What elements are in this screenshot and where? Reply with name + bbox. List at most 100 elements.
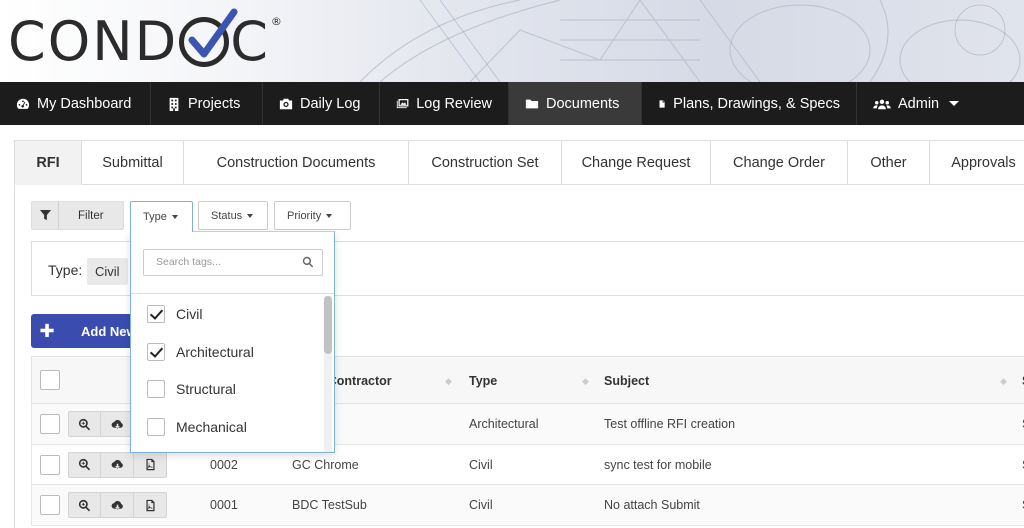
type-filter-label: Type: — [48, 262, 83, 278]
nav-label: My Dashboard — [37, 95, 132, 112]
dropdown-scrollbar[interactable] — [324, 296, 332, 452]
cell-subject: No attach Submit — [604, 498, 700, 512]
option-label: Structural — [176, 381, 236, 397]
plus-icon: ✚ — [39, 320, 55, 341]
main-nav: My Dashboard Projects Daily Log Log Revi… — [0, 82, 1024, 125]
option-checkbox[interactable] — [147, 305, 165, 323]
status-dropdown-label: Status — [211, 209, 243, 222]
nav-label: Admin — [898, 95, 940, 112]
images-icon — [396, 98, 409, 108]
option-checkbox[interactable] — [147, 343, 165, 361]
nav-item-plans[interactable]: Plans, Drawings, & Specs — [642, 82, 857, 125]
row-checkbox[interactable] — [40, 495, 60, 515]
cell-type: Civil — [469, 457, 493, 472]
document-tabs: RFI Submittal Construction Documents Con… — [14, 140, 1024, 185]
row-checkbox[interactable] — [40, 454, 60, 475]
sort-icon[interactable]: ◆ — [582, 357, 589, 405]
option-checkbox[interactable] — [147, 380, 165, 398]
header-banner: COND C ® — [0, 0, 1024, 82]
filter-label: Filter — [78, 209, 104, 222]
row-checkbox[interactable] — [40, 414, 60, 434]
cloud-download-icon[interactable] — [101, 451, 134, 478]
logo-text-start: COND — [8, 9, 179, 73]
cell-subject: Test offline RFI creation — [604, 417, 736, 431]
type-option-structural[interactable]: Structural — [147, 379, 236, 399]
tab-approvals[interactable]: Approvals — [930, 140, 1024, 185]
nav-label: Daily Log — [300, 95, 361, 112]
cell-contractor: BDC TestSub — [292, 498, 367, 512]
tab-submittal[interactable]: Submittal — [82, 140, 184, 185]
pdf-icon[interactable] — [134, 451, 167, 478]
status-dropdown-button[interactable]: Status — [198, 201, 268, 230]
building-icon — [169, 97, 179, 111]
nav-item-dashboard[interactable]: My Dashboard — [0, 82, 151, 125]
camera-icon — [279, 98, 293, 109]
nav-label: Log Review — [416, 95, 492, 112]
nav-item-admin[interactable]: Admin — [857, 82, 979, 125]
cell-number: 0001 — [210, 498, 238, 512]
cell-subject: sync test for mobile — [604, 457, 712, 472]
table-row[interactable]: 0001 BDC TestSub Civil No attach Submit … — [31, 485, 1024, 526]
logo-trademark: ® — [270, 14, 284, 28]
dashboard-icon — [16, 98, 30, 109]
type-option-civil[interactable]: Civil — [147, 304, 202, 324]
tag-search-input[interactable]: Search tags... — [143, 249, 323, 276]
tab-change-order[interactable]: Change Order — [711, 140, 848, 185]
tab-construction-set[interactable]: Construction Set — [409, 140, 562, 185]
zoom-icon[interactable] — [68, 451, 101, 478]
folder-icon — [525, 99, 539, 108]
logo-check-icon — [179, 8, 238, 67]
type-option-architectural[interactable]: Architectural — [147, 342, 254, 362]
header-type[interactable]: Type — [469, 357, 497, 405]
nav-item-projects[interactable]: Projects — [151, 82, 263, 125]
app-root: COND C ® My Dashboard Projects Daily Log… — [0, 0, 1024, 528]
type-dropdown-button[interactable]: Type — [130, 201, 193, 232]
row-actions — [68, 492, 167, 518]
add-new-button[interactable]: ✚ Add New — [31, 314, 141, 348]
sort-icon[interactable]: ◆ — [445, 357, 452, 405]
condoc-logo[interactable]: COND C ® — [8, 8, 284, 73]
cell-type: Architectural — [469, 417, 539, 431]
chevron-down-icon — [949, 101, 960, 106]
header-subject[interactable]: Subject — [604, 357, 649, 405]
nav-item-log-review[interactable]: Log Review — [380, 82, 509, 125]
caret-down-icon — [326, 213, 333, 218]
file-icon — [659, 99, 665, 108]
cloud-download-icon[interactable] — [101, 492, 134, 518]
tab-other[interactable]: Other — [848, 140, 930, 185]
filter-button[interactable]: Filter — [31, 201, 124, 230]
tab-construction-documents[interactable]: Construction Documents — [184, 140, 409, 185]
nav-item-documents[interactable]: Documents — [509, 82, 642, 125]
zoom-icon[interactable] — [68, 492, 101, 518]
nav-label: Projects — [188, 95, 241, 112]
type-option-mechanical[interactable]: Mechanical — [147, 417, 247, 437]
caret-down-icon — [247, 213, 254, 218]
zoom-icon[interactable] — [68, 411, 101, 437]
nav-label: Plans, Drawings, & Specs — [673, 95, 840, 112]
row-actions — [68, 451, 167, 478]
users-icon — [873, 99, 891, 109]
nav-item-daily-log[interactable]: Daily Log — [263, 82, 380, 125]
select-all-checkbox[interactable] — [40, 370, 60, 390]
priority-dropdown-button[interactable]: Priority — [274, 201, 351, 230]
option-label: Architectural — [176, 344, 254, 360]
priority-dropdown-label: Priority — [287, 209, 322, 222]
divider — [131, 293, 334, 294]
tab-rfi[interactable]: RFI — [14, 140, 82, 185]
tag-search-placeholder: Search tags... — [156, 256, 221, 268]
tab-change-request[interactable]: Change Request — [562, 140, 711, 185]
nav-label: Documents — [546, 95, 620, 112]
caret-down-icon — [171, 215, 178, 219]
filter-icon — [32, 202, 59, 229]
option-checkbox[interactable] — [147, 418, 165, 436]
scrollbar-thumb[interactable] — [324, 296, 332, 354]
add-new-label: Add New — [81, 323, 137, 339]
option-label: Civil — [176, 306, 203, 322]
cell-type: Civil — [469, 498, 493, 512]
row-actions — [68, 411, 134, 437]
type-dropdown-label: Type — [143, 211, 167, 223]
pdf-icon[interactable] — [134, 492, 167, 518]
sort-icon[interactable]: ◆ — [1000, 357, 1007, 405]
option-label: Mechanical — [176, 419, 247, 435]
type-filter-chip[interactable]: Civil — [87, 258, 128, 285]
